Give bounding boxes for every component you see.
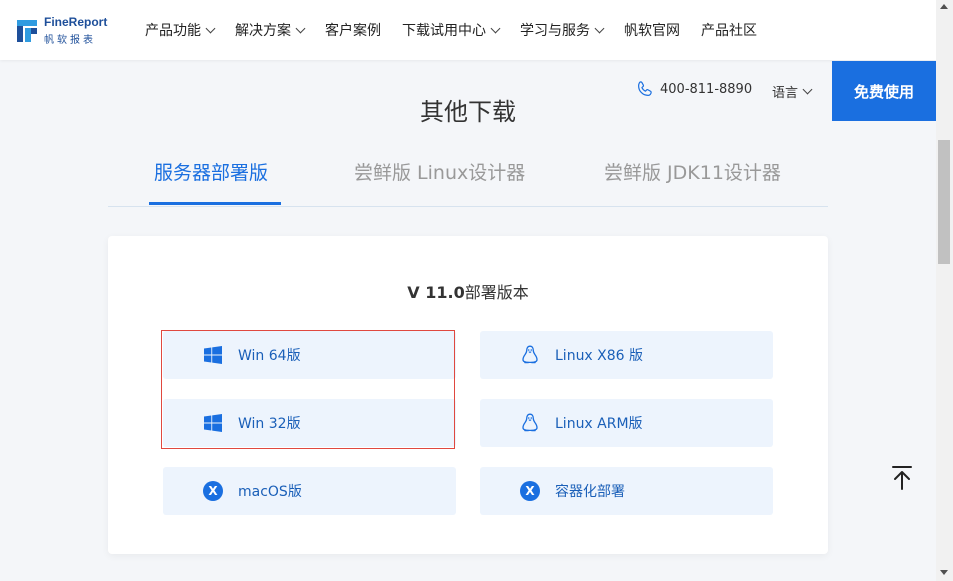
logo-text-en: FineReport — [44, 15, 108, 29]
chevron-down-icon — [490, 23, 501, 33]
windows-icon — [203, 345, 223, 365]
x-circle-icon: X — [203, 481, 223, 501]
nav-item-label: 下载试用中心 — [402, 23, 486, 39]
download-linux-arm-button[interactable]: Linux ARM版 — [480, 399, 773, 447]
logo-text-cn: 帆软报表 — [44, 35, 96, 46]
back-to-top-icon[interactable] — [890, 465, 914, 491]
download-label: Linux ARM版 — [555, 416, 643, 432]
active-tab-indicator — [149, 202, 281, 205]
scroll-up-arrow-icon[interactable] — [940, 4, 948, 9]
nav-item-label: 客户案例 — [325, 23, 381, 39]
chevron-down-icon — [205, 23, 216, 33]
nav-item-product-features[interactable]: 产品功能 — [145, 20, 216, 40]
nav-item-download-center[interactable]: 下载试用中心 — [402, 20, 501, 40]
nav-item-label: 产品功能 — [145, 23, 201, 39]
download-label: Win 32版 — [238, 416, 301, 432]
x-circle-icon: X — [520, 481, 540, 501]
chevron-down-icon — [594, 23, 605, 33]
x-circle-glyph: X — [520, 481, 540, 501]
version-number: V 11.0 — [407, 283, 465, 302]
download-linux-x86-button[interactable]: Linux X86 版 — [480, 331, 773, 379]
page-scrollbar[interactable] — [936, 0, 953, 581]
nav-item-solutions[interactable]: 解决方案 — [235, 20, 306, 40]
windows-icon — [203, 413, 223, 433]
download-label: Linux X86 版 — [555, 348, 644, 364]
nav-item-label: 产品社区 — [701, 23, 757, 39]
tab-linux-designer-preview[interactable]: 尝鲜版 Linux设计器 — [354, 158, 525, 185]
download-win64-button[interactable]: Win 64版 — [163, 331, 456, 379]
x-circle-glyph: X — [203, 481, 223, 501]
download-win32-button[interactable]: Win 32版 — [163, 399, 456, 447]
nav-item-learning-services[interactable]: 学习与服务 — [520, 20, 605, 40]
scroll-down-arrow-icon[interactable] — [940, 570, 948, 575]
tab-jdk11-designer-preview[interactable]: 尝鲜版 JDK11设计器 — [604, 158, 781, 185]
nav-item-label: 帆软官网 — [624, 23, 680, 39]
download-label: macOS版 — [238, 484, 302, 500]
linux-penguin-icon — [520, 413, 540, 433]
download-macos-button[interactable]: X macOS版 — [163, 467, 456, 515]
main-nav: 产品功能 解决方案 客户案例 下载试用中心 学习与服务 帆软官网 产品社区 — [145, 0, 778, 60]
nav-item-customer-cases[interactable]: 客户案例 — [325, 20, 381, 40]
download-label: 容器化部署 — [555, 484, 625, 500]
download-container-button[interactable]: X 容器化部署 — [480, 467, 773, 515]
nav-item-official-site[interactable]: 帆软官网 — [624, 20, 680, 40]
version-title: V 11.0部署版本 — [108, 279, 828, 303]
nav-item-community[interactable]: 产品社区 — [701, 20, 757, 40]
finereport-logo-mark-icon — [17, 20, 37, 42]
tab-server-deployment[interactable]: 服务器部署版 — [154, 158, 268, 185]
page-title: 其他下载 — [420, 98, 516, 126]
download-label: Win 64版 — [238, 348, 301, 364]
nav-item-label: 解决方案 — [235, 23, 291, 39]
version-suffix: 部署版本 — [464, 283, 529, 302]
scrollbar-thumb[interactable] — [938, 140, 950, 264]
download-tabs: 服务器部署版 尝鲜版 Linux设计器 尝鲜版 JDK11设计器 — [108, 148, 828, 207]
top-nav-bar: FineReport 帆软报表 产品功能 解决方案 客户案例 下载试用中心 学习… — [0, 0, 936, 60]
chevron-down-icon — [295, 23, 306, 33]
linux-penguin-icon — [520, 345, 540, 365]
finereport-logo[interactable]: FineReport 帆软报表 — [16, 14, 112, 46]
nav-item-label: 学习与服务 — [520, 23, 590, 39]
